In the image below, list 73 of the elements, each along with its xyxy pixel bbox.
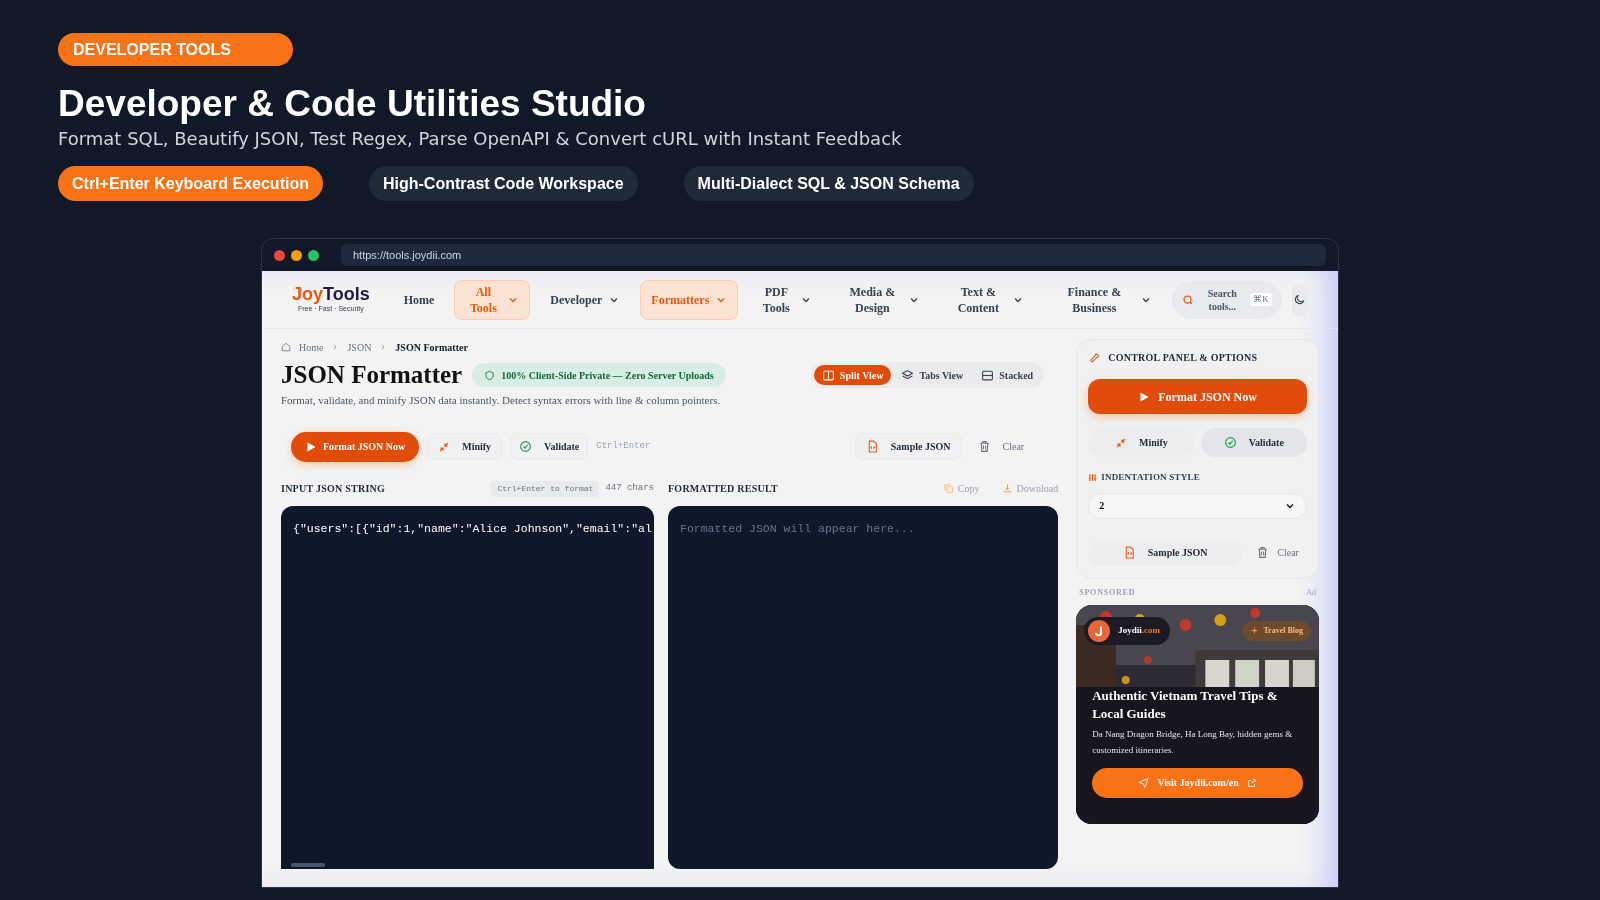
field-label: INDENTATION STYLE [1101,471,1200,484]
indentation-select[interactable]: 2 [1088,492,1307,519]
ad-label: Ad [1306,586,1316,599]
view-tab[interactable]: Stacked [973,365,1042,385]
validate-button[interactable]: Validate [1200,428,1307,457]
panel-label: FORMATTED RESULT [668,482,778,496]
json-input-field[interactable]: {"users":[{"id":1,"name":"Alice Johnson","email":"al [281,505,654,869]
home-icon [281,342,291,352]
brand-logo-icon [1088,619,1111,642]
clear-button[interactable]: Clear [969,433,1033,460]
validate-button[interactable]: Validate [510,433,589,460]
nav-item[interactable]: Text & Content [940,279,1035,320]
minify-button[interactable]: Minify [427,433,503,460]
sparkle-icon [1250,626,1260,635]
arrows-inward-icon [438,440,451,453]
rows-icon [981,368,995,382]
logo-text[interactable]: JoyTools [292,284,370,305]
play-icon [305,440,317,453]
arrows-inward-icon [1114,436,1127,449]
search-icon [1182,293,1195,306]
shortcut-hint: Ctrl+Enter [596,439,651,453]
moon-icon [1293,293,1307,306]
breadcrumb-link[interactable]: Home [299,339,324,355]
external-link-icon [1246,777,1257,788]
panel-label: INPUT JSON STRING [281,482,386,496]
ad-headline: Authentic Vietnam Travel Tips & Local Guides [1092,686,1279,723]
minify-button[interactable]: Minify [1088,428,1195,457]
panel-heading: CONTROL PANEL & OPTIONS [1108,351,1258,365]
sponsored-label: SPONSORED [1079,586,1136,599]
feature-pill: Ctrl+Enter Keyboard Execution [58,166,323,201]
nav-item[interactable]: Home [393,279,445,320]
play-icon [1138,390,1151,403]
ad-text: Da Nang Dragon Bridge, Ha Long Bay, hidden gems & customized itineraries. [1092,727,1294,757]
address-bar[interactable]: https://tools.joydii.com [341,244,1326,266]
page-headline: Developer & Code Utilities Studio [58,82,647,126]
breadcrumb-link[interactable]: JSON [347,339,372,355]
feature-pill: High-Contrast Code Workspace [368,166,638,201]
check-circle-icon [519,440,533,453]
download-icon [1001,483,1013,494]
sliders-icon [1088,473,1098,483]
nav-item[interactable]: PDF Tools [748,279,823,320]
char-count: 447 chars [605,481,654,495]
privacy-badge: 100% Client-Side Private — Zero Server Uploads [472,363,726,387]
copy-icon [942,483,954,494]
theme-toggle[interactable] [1291,283,1308,316]
page-title: JSON Formatter [281,360,463,390]
nav-item[interactable]: Developer [540,279,631,320]
ad-card[interactable]: Joydii.com Travel Blog Authentic Vietnam Travel Tips & Local Guides Da Nang Dragon Bridge, Ha Long Bay, hidden gems & customized itineraries. Visit Joydii.com/en [1076,604,1319,824]
trash-icon [977,440,991,453]
view-tab[interactable]: Split View [813,365,892,385]
shield-icon [484,369,496,381]
nav-item[interactable]: Finance & Business [1044,279,1163,320]
check-circle-icon [1223,436,1237,449]
category-badge: DEVELOPER TOOLS [58,33,293,66]
columns-icon [821,368,835,382]
scrollbar[interactable] [291,863,325,867]
format-button[interactable]: Format JSON Now [291,431,420,462]
format-button[interactable]: Format JSON Now [1088,379,1307,414]
sample-json-button[interactable]: Sample JSON [1088,539,1243,566]
page-description: Format, validate, and minify JSON data instantly. Detect syntax errors with line & column pointers. [281,393,722,408]
shortcut-key: ⌘K [1250,292,1272,307]
page-subtitle: Format SQL, Beautify JSON, Test Regex, Parse OpenAPI & Convert cURL with Instant Feedback [58,127,903,151]
search-field[interactable]: Search tools... ⌘K [1172,280,1282,319]
layers-icon [901,368,915,382]
output-field[interactable]: Formatted JSON will appear here... [668,505,1059,869]
nav-item[interactable]: Media & Design [832,279,931,320]
clear-button[interactable]: Clear [1248,545,1307,560]
view-tab[interactable]: Tabs View [893,365,972,385]
sample-json-button[interactable]: Sample JSON [854,433,962,460]
trash-icon [1256,546,1270,559]
brand-name: Joydii.com [1118,623,1160,637]
shortcut-hint: Ctrl+Enter to format [491,480,600,497]
feature-pill: Multi-Dialect SQL & JSON Schema [683,166,974,201]
